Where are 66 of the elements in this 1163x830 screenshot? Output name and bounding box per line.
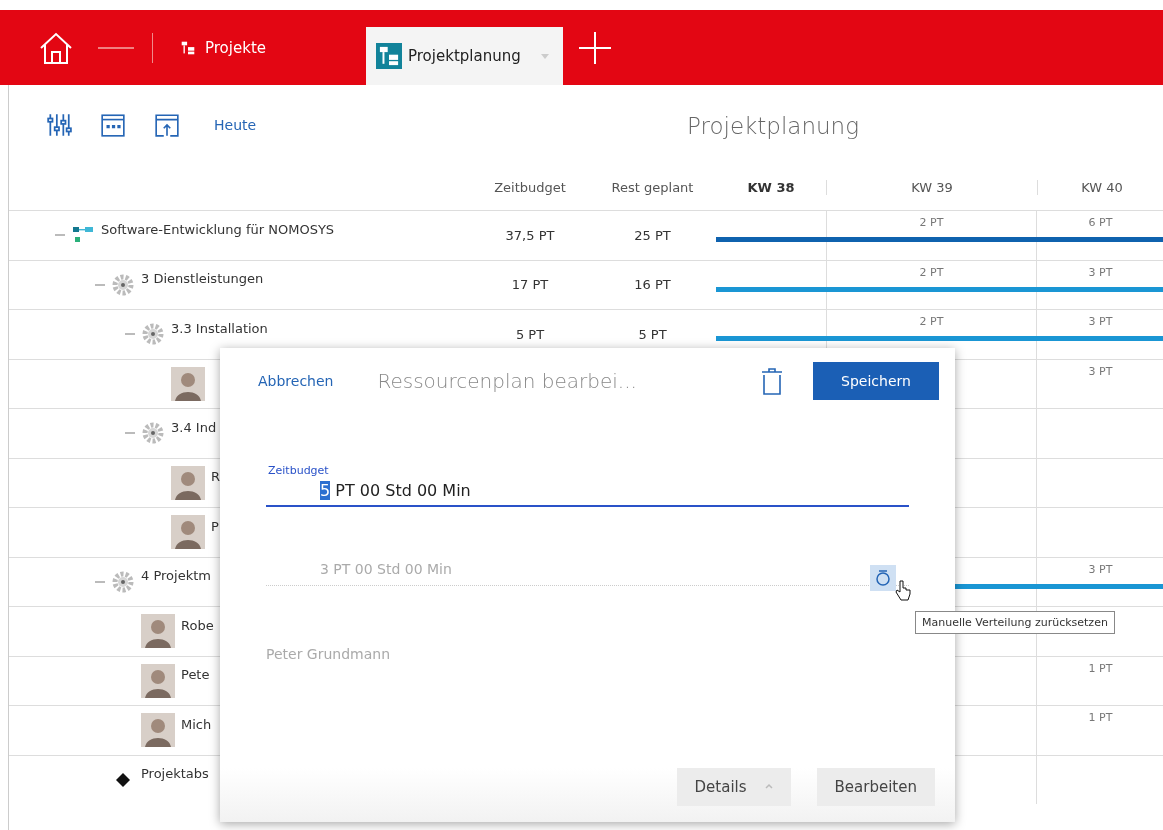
table-cell: 16 PT — [634, 277, 671, 293]
budget-input-field[interactable]: Zeitbudget 5 PT 00 Std 00 Min — [266, 464, 909, 507]
tree-item-label[interactable]: Projektabs — [141, 766, 209, 782]
save-button[interactable]: Speichern — [813, 362, 939, 400]
app-tab[interactable]: Projektplanung — [366, 27, 563, 85]
table-cell: 5 PT — [638, 326, 667, 342]
week-value: 1 PT — [1088, 661, 1113, 675]
week-value: 3 PT — [1088, 265, 1113, 279]
sliders-icon[interactable] — [46, 112, 72, 138]
column-header[interactable]: Zeitbudget — [471, 180, 589, 195]
avatar-silhouette — [171, 366, 205, 401]
avatar-silhouette — [171, 515, 205, 550]
tree-item-label[interactable]: 3 Dienstleistungen — [141, 271, 264, 287]
calendar-icon[interactable] — [100, 112, 126, 138]
week-value: 3 PT — [1088, 315, 1113, 328]
week-value: 3 PT — [1088, 364, 1113, 378]
tree-item-label[interactable]: Software-Entwicklung für NOMOSYS — [101, 221, 335, 237]
chevron-icon — [764, 783, 773, 791]
tree-item-label[interactable]: 3.3 Installation — [171, 320, 268, 336]
caret-icon — [540, 53, 549, 59]
tooltip: Manuelle Verteilung zurücksetzen — [915, 611, 1115, 634]
avatar-silhouette — [171, 465, 205, 500]
week-value: 2 PT — [919, 216, 944, 229]
week-header: KW 38 — [746, 180, 796, 195]
edit-button[interactable]: Bearbeiten — [816, 768, 935, 806]
gear-icon — [111, 569, 135, 594]
dialog-title: Ressourcenplan bearbei... — [377, 369, 638, 393]
field-value: 5 PT 00 Std 00 Min — [320, 481, 472, 500]
trash-icon[interactable] — [761, 367, 783, 395]
table-cell: 37,5 PT — [505, 227, 555, 243]
week-value: 6 PT — [1088, 216, 1113, 229]
hand-cursor-icon — [895, 580, 911, 602]
add-tab-icon[interactable] — [576, 29, 613, 66]
table-cell: 25 PT — [634, 227, 671, 243]
app-tab[interactable]: Projekte — [167, 10, 278, 85]
table-cell: 17 PT — [511, 277, 549, 293]
avatar-silhouette — [141, 614, 175, 649]
week-value: 2 PT — [919, 315, 944, 328]
week-value: 2 PT — [919, 265, 944, 279]
gear-icon — [111, 272, 135, 297]
tree-item-label[interactable]: Pete — [181, 667, 210, 683]
week-header: KW 39 — [826, 180, 1037, 195]
avatar-silhouette — [141, 713, 175, 748]
avatar-silhouette — [141, 663, 175, 698]
hierarchy-icon — [376, 43, 402, 69]
tree-item-label[interactable]: 4 Projektm — [141, 568, 211, 584]
tree-item-label[interactable]: Robe — [181, 617, 214, 633]
column-header[interactable]: Rest geplant — [589, 180, 716, 195]
page-title: Projektplanung — [687, 113, 859, 139]
tree-item-label[interactable]: P — [211, 518, 219, 534]
table-cell: 5 PT — [515, 326, 545, 342]
details-button[interactable]: Details — [676, 768, 791, 806]
today-link[interactable]: Heute — [214, 117, 257, 133]
reset-icon[interactable] — [870, 565, 896, 591]
cancel-link[interactable]: Abbrechen — [258, 373, 334, 389]
gear-icon — [141, 322, 165, 347]
week-value: 1 PT — [1088, 711, 1113, 724]
gantt-bar[interactable] — [716, 286, 1163, 292]
gear-icon — [141, 421, 165, 446]
week-header: KW 40 — [1037, 180, 1163, 195]
tree-item-label[interactable]: 3.4 Ind — [171, 419, 217, 435]
week-value: 3 PT — [1088, 562, 1113, 576]
calendar-upload-icon[interactable] — [154, 112, 180, 138]
tree-item-label[interactable]: R — [211, 469, 221, 485]
tree-item-label[interactable]: Mich — [181, 716, 212, 732]
field-label: Zeitbudget — [268, 464, 330, 477]
